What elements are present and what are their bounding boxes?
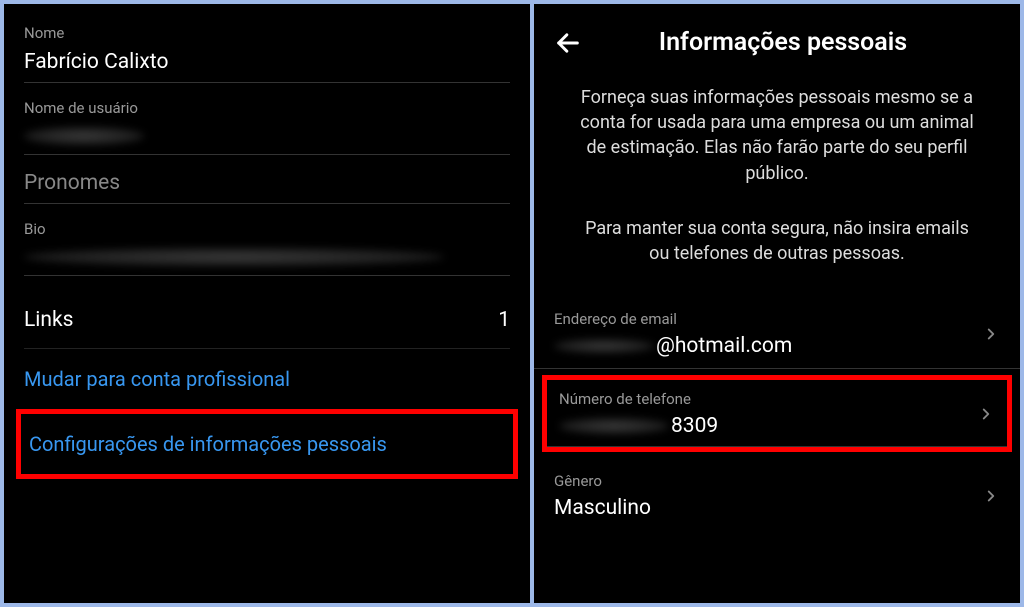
info-paragraph-2: Para manter sua conta segura, não insira… [534, 206, 1020, 296]
redacted-username [24, 127, 144, 145]
phone-suffix: 8309 [671, 414, 718, 438]
links-row[interactable]: Links 1 [24, 292, 510, 349]
back-arrow-icon[interactable] [554, 29, 582, 57]
username-label: Nome de usuário [24, 99, 510, 117]
gender-value: Masculino [554, 496, 982, 520]
name-label: Nome [24, 24, 510, 42]
phone-value: 8309 [559, 414, 977, 438]
redacted-phone-prefix [559, 418, 669, 434]
switch-to-professional-link[interactable]: Mudar para conta profissional [24, 349, 510, 409]
email-label: Endereço de email [554, 310, 982, 328]
links-label: Links [24, 308, 74, 332]
redacted-email-prefix [554, 339, 654, 353]
redacted-bio [24, 248, 444, 266]
highlight-annotation: Configurações de informações pessoais [16, 409, 518, 479]
email-row[interactable]: Endereço de email @hotmail.com [534, 296, 1020, 369]
page-title: Informações pessoais [606, 28, 960, 57]
username-value [24, 125, 510, 155]
bio-field-group[interactable]: Bio [24, 220, 510, 276]
email-value: @hotmail.com [554, 334, 982, 358]
chevron-right-icon [982, 487, 1000, 505]
gender-label: Gênero [554, 472, 982, 490]
email-suffix: @hotmail.com [656, 334, 792, 358]
name-value: Fabrício Calixto [24, 50, 510, 83]
edit-profile-screen: Nome Fabrício Calixto Nome de usuário Pr… [4, 4, 530, 603]
personal-info-settings-link[interactable]: Configurações de informações pessoais [29, 414, 505, 474]
bio-value [24, 246, 510, 276]
pronouns-field-group[interactable]: Pronomes [24, 171, 510, 204]
personal-info-screen: Informações pessoais Forneça suas inform… [534, 4, 1020, 603]
phone-row[interactable]: Número de telefone 8309 [547, 380, 1007, 447]
chevron-right-icon [982, 325, 1000, 343]
name-field-group[interactable]: Nome Fabrício Calixto [24, 24, 510, 83]
username-field-group[interactable]: Nome de usuário [24, 99, 510, 155]
header: Informações pessoais [534, 4, 1020, 77]
bio-label: Bio [24, 220, 510, 238]
highlight-annotation-phone: Número de telefone 8309 [542, 375, 1012, 452]
gender-row[interactable]: Gênero Masculino [534, 458, 1020, 530]
links-count: 1 [498, 308, 510, 332]
info-paragraph-1: Forneça suas informações pessoais mesmo … [534, 77, 1020, 206]
chevron-right-icon [977, 405, 995, 423]
pronouns-placeholder: Pronomes [24, 171, 510, 204]
phone-label: Número de telefone [559, 390, 977, 408]
